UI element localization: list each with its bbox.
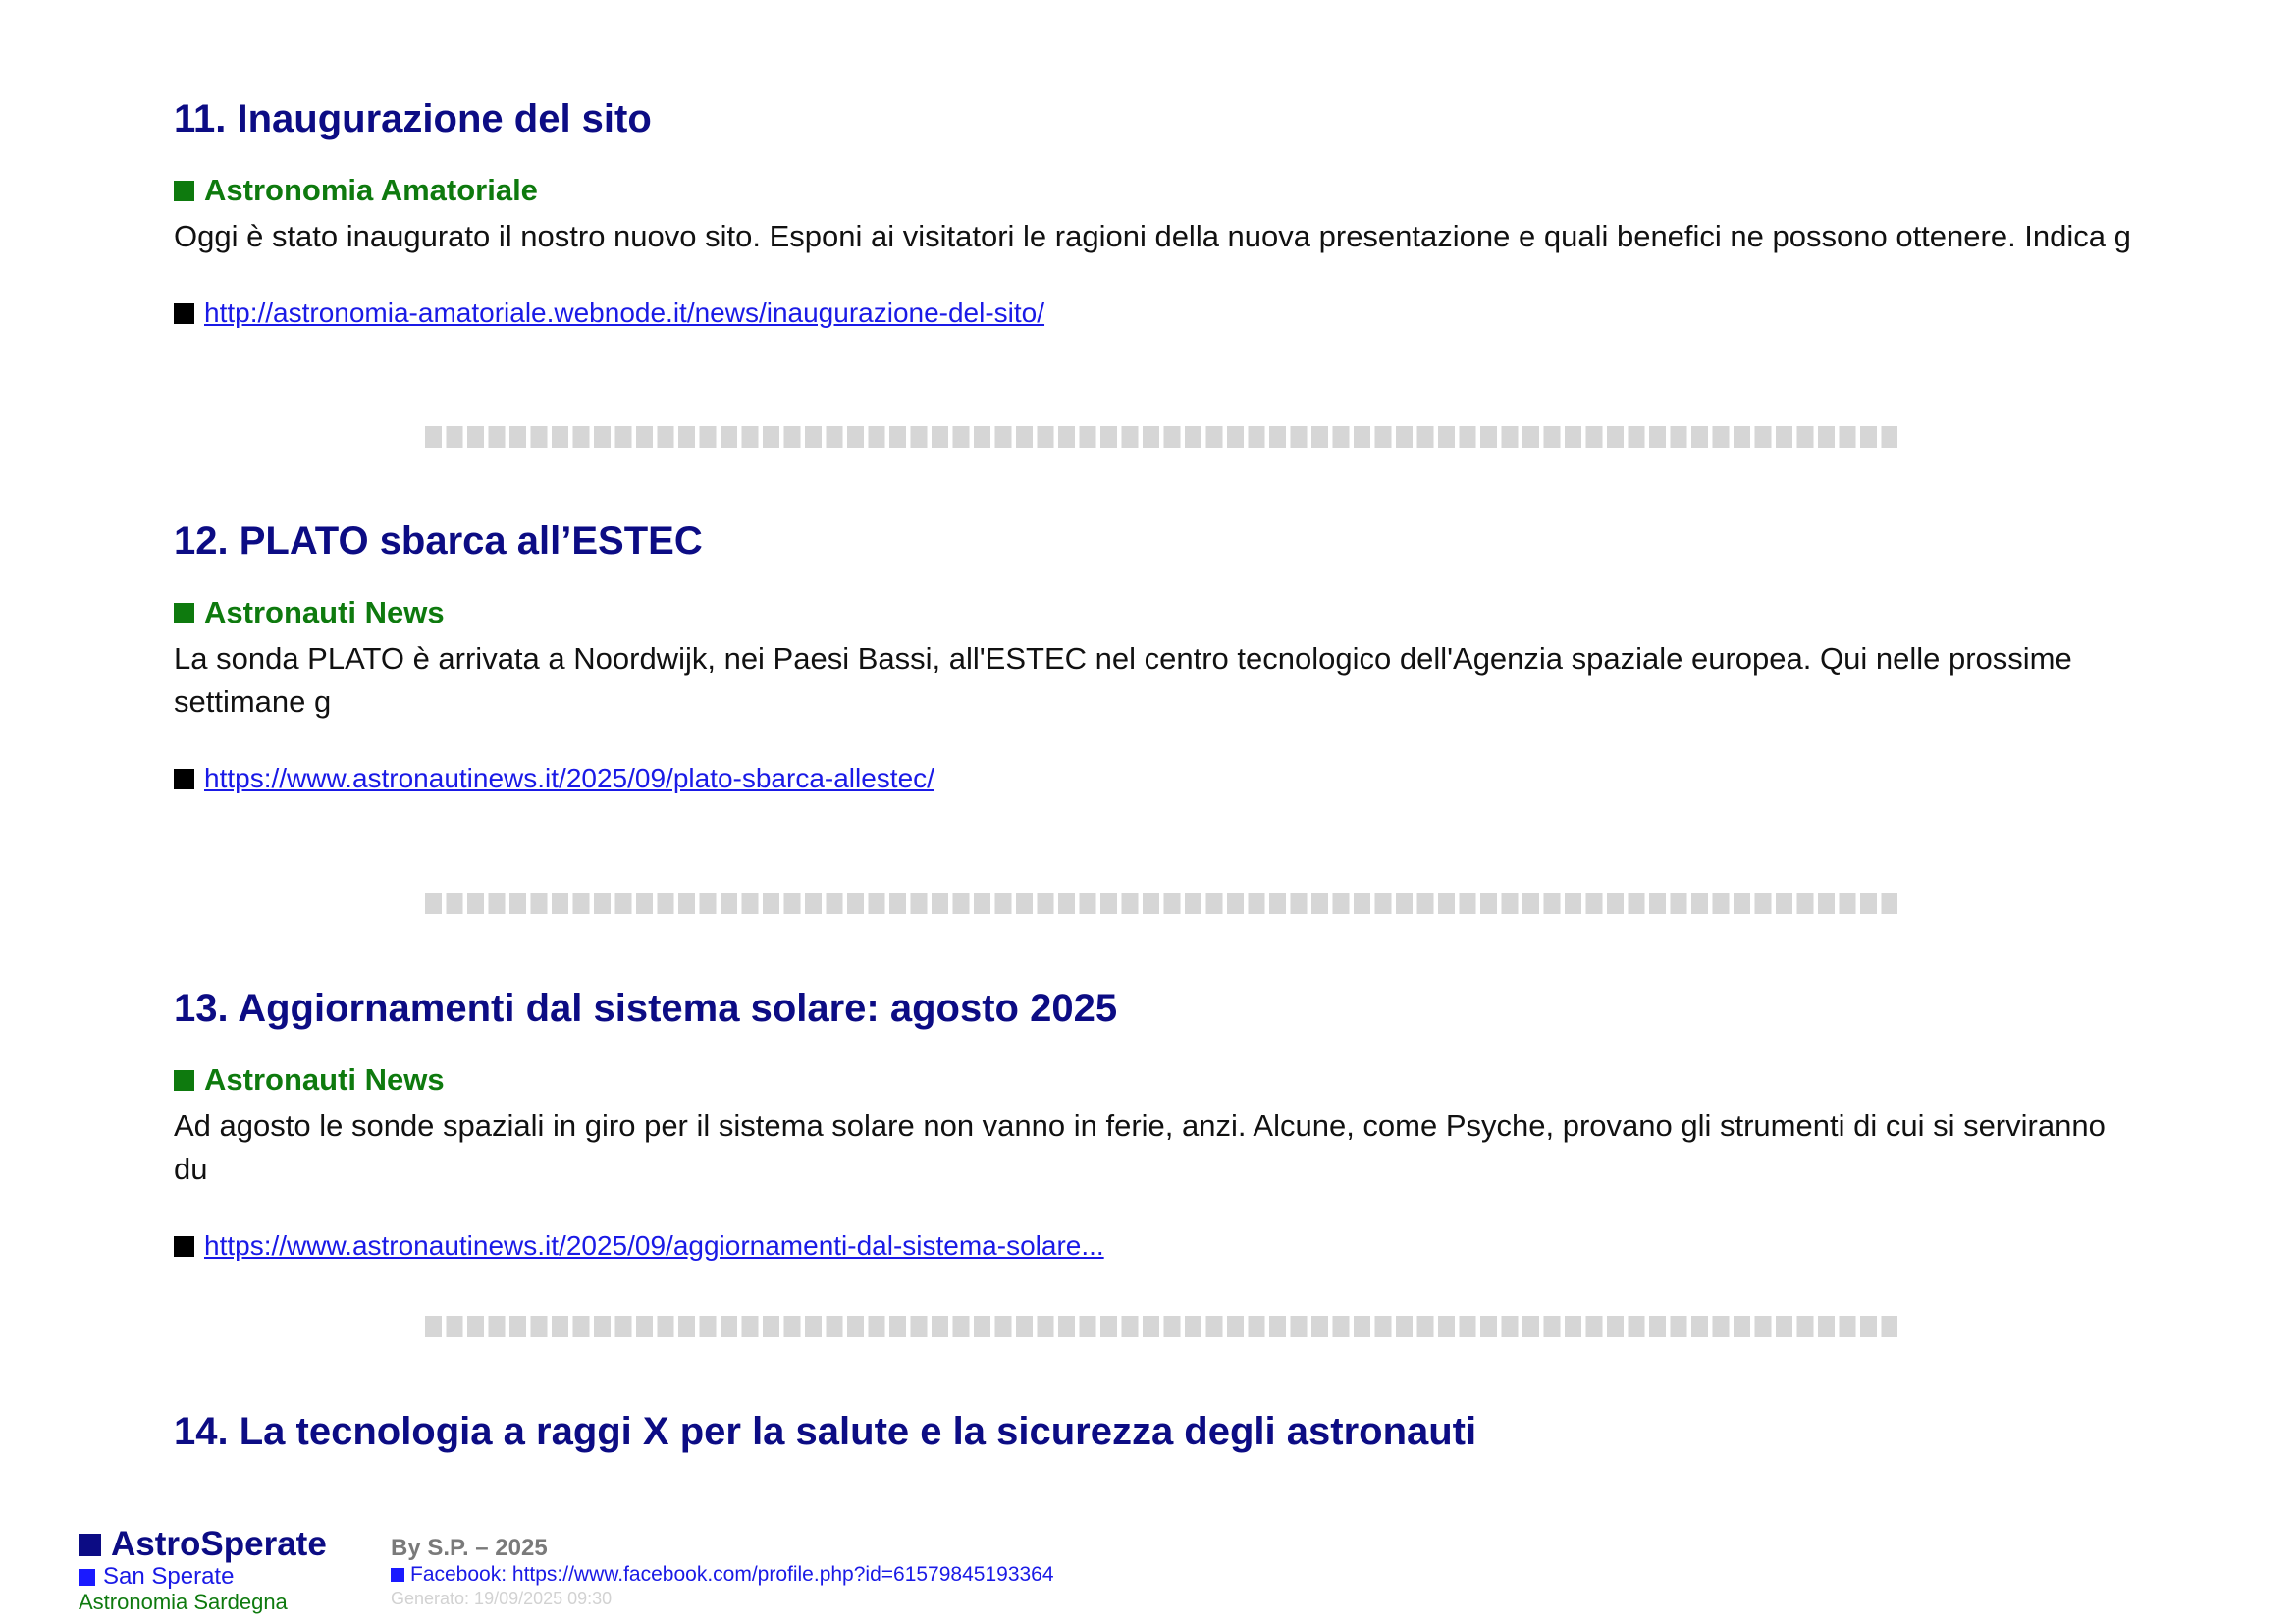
brand-subtitle: Astronomia Sardegna bbox=[79, 1590, 288, 1614]
article-link[interactable]: https://www.astronautinews.it/2025/09/ag… bbox=[204, 1228, 1104, 1264]
square-bullet-icon bbox=[79, 1568, 95, 1586]
article-title: 13. Aggiornamenti dal sistema solare: ag… bbox=[174, 987, 1118, 1030]
page-footer: AstroSperate San Sperate Astronomia Sard… bbox=[79, 1525, 2238, 1615]
divider bbox=[425, 426, 1897, 448]
generated-timestamp: Generato: 19/09/2025 09:30 bbox=[391, 1589, 613, 1608]
article-link-row: http://astronomia-amatoriale.webnode.it/… bbox=[174, 296, 2137, 331]
facebook-link[interactable]: Facebook: https://www.facebook.com/profi… bbox=[410, 1562, 1054, 1588]
article-source: Astronomia Amatoriale bbox=[174, 172, 2137, 209]
article-source-label: Astronauti News bbox=[204, 595, 445, 629]
square-bullet-icon bbox=[79, 1533, 101, 1556]
article-title: 12. PLATO sbarca all’ESTEC bbox=[174, 519, 703, 563]
square-bullet-icon bbox=[174, 602, 194, 623]
brand-town-label: San Sperate bbox=[103, 1563, 235, 1590]
credits-author: By S.P. – 2025 bbox=[391, 1535, 548, 1561]
article-link-row: https://www.astronautinews.it/2025/09/ag… bbox=[174, 1228, 2137, 1264]
footer-credits: By S.P. – 2025 Facebook: https://www.fac… bbox=[391, 1535, 1054, 1609]
article-13: 13. Aggiornamenti dal sistema solare: ag… bbox=[174, 985, 2137, 1264]
brand-name: AstroSperate bbox=[79, 1525, 373, 1564]
article-source-label: Astronauti News bbox=[204, 1062, 445, 1097]
article-source: Astronauti News bbox=[174, 594, 2137, 631]
article-11: 11. Inaugurazione del sito Astronomia Am… bbox=[174, 95, 2137, 331]
article-title: 11. Inaugurazione del sito bbox=[174, 97, 652, 140]
article-summary: La sonda PLATO è arrivata a Noordwijk, n… bbox=[174, 641, 2072, 719]
article-title: 14. La tecnologia a raggi X per la salut… bbox=[174, 1410, 1477, 1453]
square-bullet-icon bbox=[174, 768, 194, 789]
article-14: 14. La tecnologia a raggi X per la salut… bbox=[174, 1408, 2137, 1455]
article-summary: Oggi è stato inaugurato il nostro nuovo … bbox=[174, 219, 2131, 253]
square-bullet-icon bbox=[174, 302, 194, 324]
brand-name-label: AstroSperate bbox=[111, 1525, 327, 1563]
square-bullet-icon bbox=[174, 1069, 194, 1091]
article-link[interactable]: https://www.astronautinews.it/2025/09/pl… bbox=[204, 761, 934, 796]
article-link-row: https://www.astronautinews.it/2025/09/pl… bbox=[174, 761, 2137, 796]
article-summary: Ad agosto le sonde spaziali in giro per … bbox=[174, 1109, 2106, 1186]
divider bbox=[425, 893, 1897, 914]
article-source: Astronauti News bbox=[174, 1061, 2137, 1099]
credits-facebook: Facebook: https://www.facebook.com/profi… bbox=[391, 1562, 1054, 1588]
square-bullet-icon bbox=[174, 1235, 194, 1257]
square-bullet-icon bbox=[174, 180, 194, 201]
divider bbox=[425, 1316, 1897, 1337]
article-12: 12. PLATO sbarca all’ESTEC Astronauti Ne… bbox=[174, 517, 2137, 796]
footer-brand: AstroSperate San Sperate Astronomia Sard… bbox=[79, 1525, 373, 1615]
brand-town: San Sperate bbox=[79, 1564, 373, 1590]
article-link[interactable]: http://astronomia-amatoriale.webnode.it/… bbox=[204, 296, 1044, 331]
square-bullet-icon bbox=[391, 1568, 404, 1582]
article-source-label: Astronomia Amatoriale bbox=[204, 173, 538, 207]
document-page: 11. Inaugurazione del sito Astronomia Am… bbox=[0, 0, 2296, 1624]
